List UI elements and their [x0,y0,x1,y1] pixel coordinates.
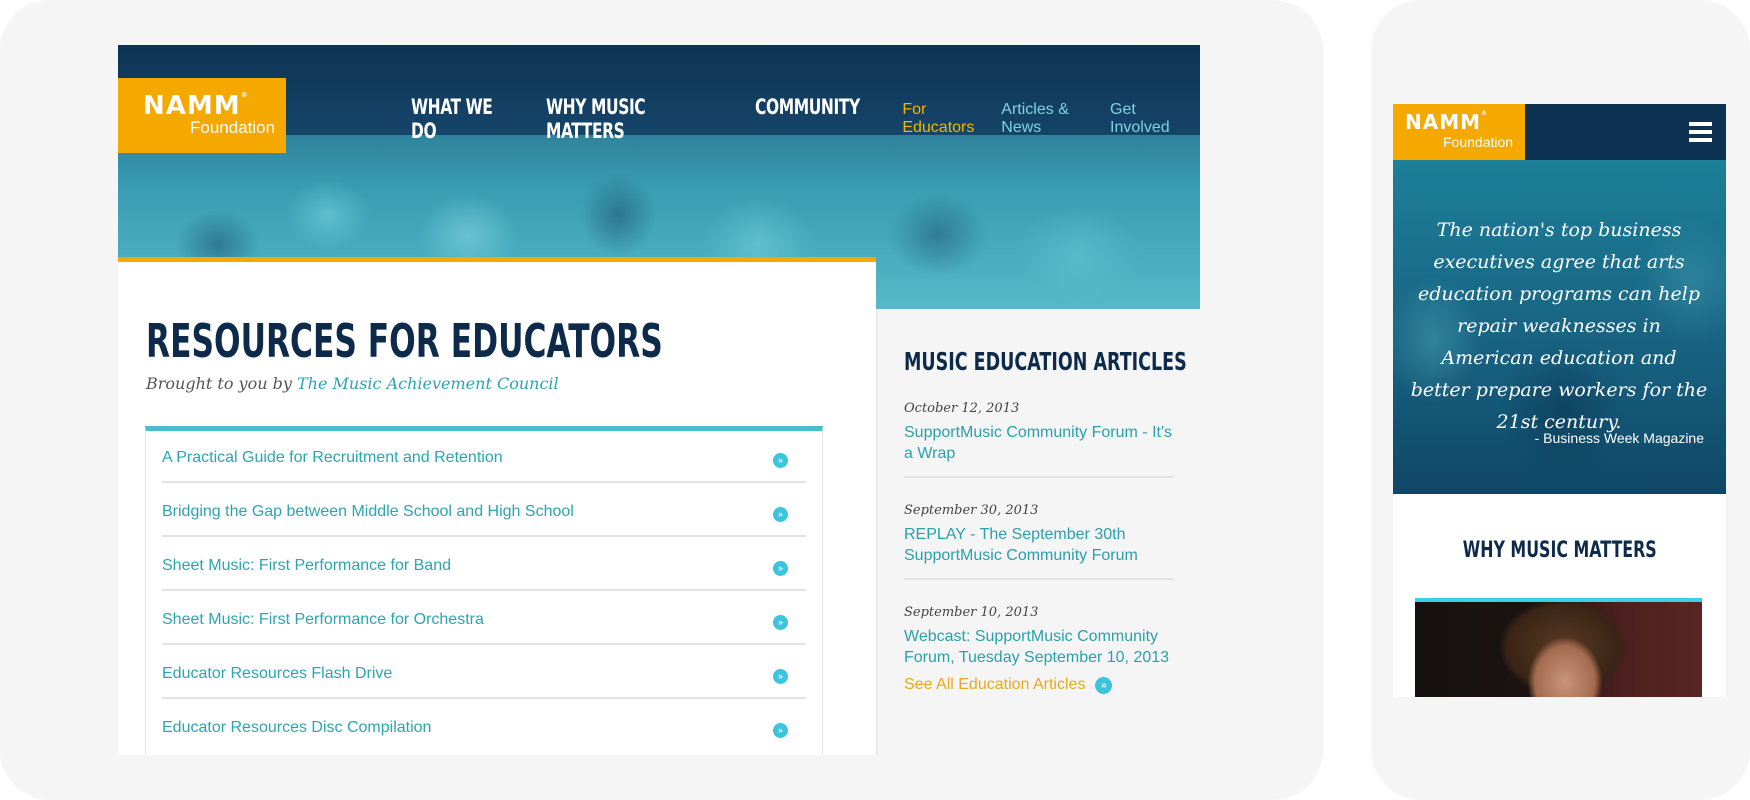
main-content: RESOURCES FOR EDUCATORS Brought to you b… [118,262,876,755]
section-title-text: WHY MUSIC MATTERS [1462,538,1657,563]
nav-get-involved[interactable]: Get Involved [1110,101,1186,137]
article-date: September 10, 2013 [904,605,1039,620]
resource-link[interactable]: Sheet Music: First Performance for Orche… [162,611,484,629]
resources-list: A Practical Guide for Recruitment and Re… [145,426,823,755]
logo-namm: NAMM® [143,91,249,121]
article-link[interactable]: REPLAY - The September 30th SupportMusic… [904,524,1174,566]
nav-articles-news[interactable]: Articles & News [1001,101,1096,137]
hamburger-line [1689,122,1712,126]
registered-mark: ® [1481,110,1489,117]
page-title: RESOURCES FOR EDUCATORS [146,314,663,368]
chevron-right-double-icon[interactable]: » [773,615,788,630]
resource-item[interactable]: A Practical Guide for Recruitment and Re… [162,431,806,483]
mobile-page: NAMM® Foundation The nation's top busine… [1393,104,1726,697]
articles-sidebar: MUSIC EDUCATION ARTICLES October 12, 201… [876,309,1200,755]
music-achievement-council-link[interactable]: The Music Achievement Council [297,374,559,393]
chevron-right-double-icon[interactable]: » [773,669,788,684]
divider [904,578,1174,580]
quote-hero: The nation's top business executives agr… [1393,160,1726,494]
nav-for-educators[interactable]: For Educators [902,101,987,137]
featured-photo[interactable] [1415,598,1702,697]
resource-link[interactable]: Educator Resources Flash Drive [162,665,392,683]
resource-link[interactable]: Educator Resources Disc Compilation [162,719,431,737]
nav-what-we-do[interactable]: WHAT WE DO [411,95,505,143]
chevron-right-double-icon[interactable]: » [773,507,788,522]
resource-item[interactable]: Educator Resources Disc Compilation » [162,701,806,753]
article-date: September 30, 2013 [904,503,1039,518]
hamburger-icon[interactable] [1689,122,1712,142]
nav-community[interactable]: COMMUNITY [755,95,860,119]
logo-foundation-text: Foundation [190,118,276,137]
logo-foundation-text: Foundation [1443,134,1514,150]
article-item: September 10, 2013 Webcast: SupportMusic… [904,605,1174,668]
article-date: October 12, 2013 [904,401,1020,416]
section-title: WHY MUSIC MATTERS [1393,538,1726,563]
namm-foundation-logo[interactable]: NAMM® Foundation [118,78,286,153]
article-link[interactable]: Webcast: SupportMusic Community Forum, T… [904,626,1174,668]
resource-link[interactable]: Bridging the Gap between Middle School a… [162,503,574,521]
registered-mark: ® [240,91,249,99]
chevron-right-double-icon[interactable]: » [773,453,788,468]
see-all-articles-link[interactable]: See All Education Articles » [904,676,1113,694]
sidebar-title: MUSIC EDUCATION ARTICLES [904,347,1187,376]
article-item: October 12, 2013 SupportMusic Community … [904,401,1174,464]
divider [904,476,1174,478]
subtitle-prefix: Brought to you by [146,374,292,393]
desktop-page: NAMM® Foundation WHAT WE DO WHY MUSIC MA… [118,45,1200,755]
resource-item[interactable]: Educator Resources Flash Drive » [162,647,806,699]
resource-item[interactable]: Sheet Music: First Performance for Band … [162,539,806,591]
nav-why-music-matters[interactable]: WHY MUSIC MATTERS [546,95,700,143]
resource-link[interactable]: A Practical Guide for Recruitment and Re… [162,449,503,467]
main-nav: WHAT WE DO WHY MUSIC MATTERS COMMUNITY F… [411,95,1200,143]
chevron-right-double-icon[interactable]: » [1095,676,1113,694]
namm-foundation-logo[interactable]: NAMM® Foundation [1393,104,1525,160]
logo-namm-text: NAMM [1405,110,1482,134]
see-all-label: See All Education Articles [904,676,1086,693]
hamburger-line [1689,130,1712,134]
quote-source: - Business Week Magazine [1534,430,1704,446]
chevron-right-double-icon[interactable]: » [773,561,788,576]
article-item: September 30, 2013 REPLAY - The Septembe… [904,503,1174,566]
resource-link[interactable]: Sheet Music: First Performance for Band [162,557,451,575]
logo-namm-text: NAMM [143,91,241,121]
mobile-header: NAMM® Foundation [1393,104,1726,160]
quote-text: The nation's top business executives agr… [1410,219,1708,433]
chevron-right-double-icon[interactable]: » [773,723,788,738]
hamburger-line [1689,138,1712,142]
resource-item[interactable]: Bridging the Gap between Middle School a… [162,485,806,537]
logo-namm: NAMM® [1405,110,1488,134]
article-link[interactable]: SupportMusic Community Forum - It's a Wr… [904,422,1174,464]
subtitle: Brought to you by The Music Achievement … [146,374,559,393]
resource-item[interactable]: Sheet Music: First Performance for Orche… [162,593,806,645]
